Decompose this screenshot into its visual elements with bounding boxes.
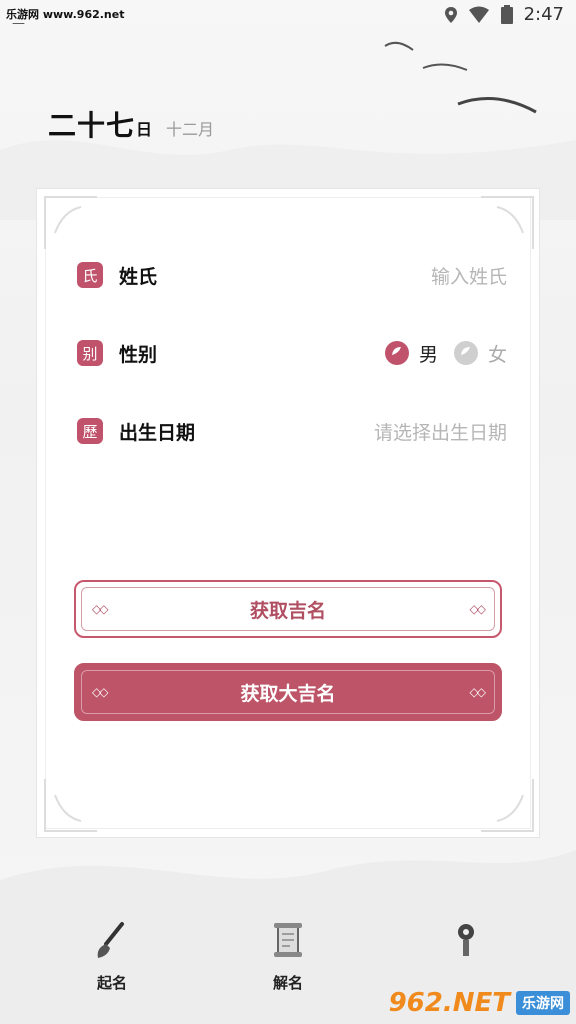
surname-seal-icon: 氏	[77, 262, 103, 288]
scroll-icon	[274, 923, 302, 957]
bird-icon	[384, 41, 414, 51]
male-radio-selected-icon	[384, 341, 409, 365]
female-radio-icon	[453, 341, 478, 365]
diamond-ornament-right: ◇◇	[469, 602, 487, 616]
status-icons: 2:47	[444, 4, 564, 25]
get-great-lucky-name-button[interactable]: ◇◇ 获取大吉名 ◇◇	[74, 663, 502, 721]
brush-icon	[97, 922, 124, 958]
bird-icon	[422, 63, 468, 71]
diamond-ornament-right: ◇◇	[469, 685, 487, 699]
birth-date-label: 出生日期	[119, 421, 196, 444]
status-bar: 乐游网 www.962.net — 2:47	[0, 0, 576, 32]
nav-item-interpret[interactable]: 解名	[248, 920, 328, 993]
gender-label: 性别	[119, 343, 158, 366]
menu-dash: —	[12, 16, 25, 31]
nav-item-naming[interactable]: 起名	[72, 920, 152, 993]
gender-row: 别 性别 男 女	[77, 333, 507, 373]
get-lucky-name-button[interactable]: ◇◇ 获取吉名 ◇◇	[74, 580, 502, 638]
naming-form-card: 氏 姓氏 输入姓氏 别 性别 男 女 歷 出生日期 请选择出生日期	[36, 188, 540, 838]
day-number: 二十七	[48, 109, 136, 142]
watermark-cn: 乐游网	[516, 991, 570, 1015]
birth-date-row[interactable]: 歷 出生日期 请选择出生日期	[77, 411, 507, 451]
gender-option-female[interactable]: 女	[452, 339, 507, 367]
battery-icon	[500, 4, 513, 24]
nav-item-profile[interactable]	[426, 920, 506, 972]
get-lucky-name-label: 获取吉名	[249, 599, 326, 622]
gender-option-male[interactable]: 男	[383, 339, 438, 367]
female-label: 女	[487, 343, 507, 366]
watermark-brand: 962.NET	[388, 988, 510, 1018]
male-label: 男	[418, 343, 438, 366]
month-label: 十二月	[166, 120, 215, 139]
birth-date-picker[interactable]: 请选择出生日期	[374, 418, 507, 445]
location-icon	[444, 6, 457, 23]
surname-label: 姓氏	[119, 265, 158, 288]
nav-label-naming: 起名	[96, 974, 127, 992]
status-time: 2:47	[523, 4, 564, 25]
wifi-icon	[468, 6, 489, 23]
get-great-lucky-name-label: 获取大吉名	[240, 682, 336, 705]
gender-seal-icon: 别	[77, 340, 103, 366]
surname-input[interactable]: 输入姓氏	[431, 262, 507, 289]
diamond-ornament-left: ◇◇	[92, 685, 109, 699]
bird-icon	[457, 97, 537, 114]
surname-row[interactable]: 氏 姓氏 输入姓氏	[77, 255, 507, 295]
diamond-ornament-left: ◇◇	[92, 602, 109, 616]
lamp-icon	[458, 924, 474, 956]
birth-seal-icon: 歷	[77, 418, 103, 444]
date-header: 二十七 日 十二月	[48, 104, 214, 144]
watermark-bottom: 962.NET 乐游网	[389, 988, 570, 1018]
nav-label-interpret: 解名	[272, 974, 303, 992]
day-unit: 日	[136, 120, 153, 139]
